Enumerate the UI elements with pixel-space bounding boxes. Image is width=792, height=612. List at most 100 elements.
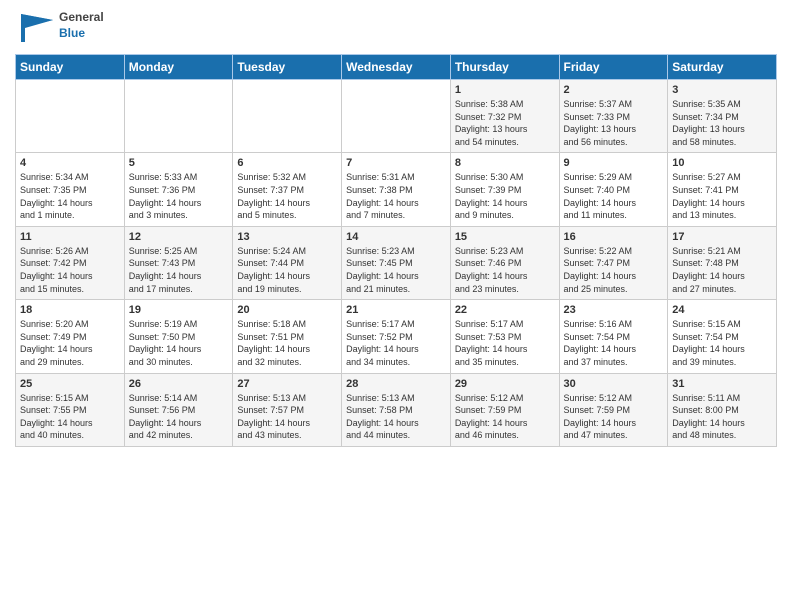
day-number: 2 [564,84,664,96]
day-cell: 1Sunrise: 5:38 AMSunset: 7:32 PMDaylight… [450,80,559,153]
day-info: Sunrise: 5:23 AMSunset: 7:46 PMDaylight:… [455,245,555,295]
week-row-1: 1Sunrise: 5:38 AMSunset: 7:32 PMDaylight… [16,80,777,153]
day-number: 28 [346,378,446,390]
week-row-4: 18 Sunrise: 5:20 AMSunset: 7:49 PMDayligh… [16,300,777,373]
day-info: Sunrise: 5:11 AMSunset: 8:00 PMDaylight:… [672,392,772,442]
day-number: 22 [455,304,555,316]
day-number: 24 [672,304,772,316]
day-number: 21 [346,304,446,316]
day-cell: 7 Sunrise: 5:31 AMSunset: 7:38 PMDaylight… [342,153,451,226]
day-info: Sunrise: 5:12 AMSunset: 7:59 PMDaylight:… [455,392,555,442]
day-cell: 3 Sunrise: 5:35 AMSunset: 7:34 PMDaylight… [668,80,777,153]
day-info: Sunrise: 5:31 AMSunset: 7:38 PMDaylight:… [346,171,446,221]
day-info: Sunrise: 5:17 AMSunset: 7:52 PMDaylight:… [346,318,446,368]
day-cell: 14 Sunrise: 5:23 AMSunset: 7:45 PMDayligh… [342,226,451,299]
weekday-wednesday: Wednesday [342,55,451,80]
day-number: 30 [564,378,664,390]
week-row-5: 25 Sunrise: 5:15 AMSunset: 7:55 PMDayligh… [16,373,777,446]
day-number: 13 [237,231,337,243]
day-cell: 11 Sunrise: 5:26 AMSunset: 7:42 PMDayligh… [16,226,125,299]
day-info: Sunrise: 5:17 AMSunset: 7:53 PMDaylight:… [455,318,555,368]
day-info: Sunrise: 5:25 AMSunset: 7:43 PMDaylight:… [129,245,229,295]
day-info: Sunrise: 5:29 AMSunset: 7:40 PMDaylight:… [564,171,664,221]
day-cell: 26 Sunrise: 5:14 AMSunset: 7:56 PMDayligh… [124,373,233,446]
day-number: 18 [20,304,120,316]
day-cell: 24 Sunrise: 5:15 AMSunset: 7:54 PMDayligh… [668,300,777,373]
day-cell: 5 Sunrise: 5:33 AMSunset: 7:36 PMDaylight… [124,153,233,226]
day-cell: 23Sunrise: 5:16 AMSunset: 7:54 PMDayligh… [559,300,668,373]
day-cell [124,80,233,153]
header: General Blue [15,10,777,46]
day-cell [16,80,125,153]
day-cell: 19 Sunrise: 5:19 AMSunset: 7:50 PMDayligh… [124,300,233,373]
day-number: 7 [346,157,446,169]
logo-text: General Blue [59,10,104,41]
weekday-thursday: Thursday [450,55,559,80]
day-cell: 4 Sunrise: 5:34 AMSunset: 7:35 PMDaylight… [16,153,125,226]
day-info: Sunrise: 5:24 AMSunset: 7:44 PMDaylight:… [237,245,337,295]
day-cell: 12 Sunrise: 5:25 AMSunset: 7:43 PMDayligh… [124,226,233,299]
day-cell [233,80,342,153]
day-number: 26 [129,378,229,390]
day-info: Sunrise: 5:15 AMSunset: 7:55 PMDaylight:… [20,392,120,442]
day-info: Sunrise: 5:12 AMSunset: 7:59 PMDaylight:… [564,392,664,442]
day-number: 10 [672,157,772,169]
day-cell: 17 Sunrise: 5:21 AMSunset: 7:48 PMDayligh… [668,226,777,299]
day-number: 16 [564,231,664,243]
day-info: Sunrise: 5:21 AMSunset: 7:48 PMDaylight:… [672,245,772,295]
day-cell: 15 Sunrise: 5:23 AMSunset: 7:46 PMDayligh… [450,226,559,299]
weekday-tuesday: Tuesday [233,55,342,80]
day-cell: 6 Sunrise: 5:32 AMSunset: 7:37 PMDaylight… [233,153,342,226]
day-number: 15 [455,231,555,243]
day-number: 3 [672,84,772,96]
weekday-sunday: Sunday [16,55,125,80]
day-cell: 31 Sunrise: 5:11 AMSunset: 8:00 PMDayligh… [668,373,777,446]
day-number: 4 [20,157,120,169]
day-info: Sunrise: 5:22 AMSunset: 7:47 PMDaylight:… [564,245,664,295]
day-number: 25 [20,378,120,390]
day-info: Sunrise: 5:30 AMSunset: 7:39 PMDaylight:… [455,171,555,221]
day-cell: 30 Sunrise: 5:12 AMSunset: 7:59 PMDayligh… [559,373,668,446]
day-info: Sunrise: 5:26 AMSunset: 7:42 PMDaylight:… [20,245,120,295]
day-number: 11 [20,231,120,243]
day-info: Sunrise: 5:38 AMSunset: 7:32 PMDaylight:… [455,98,555,148]
day-number: 14 [346,231,446,243]
day-cell: 9 Sunrise: 5:29 AMSunset: 7:40 PMDaylight… [559,153,668,226]
day-info: Sunrise: 5:20 AMSunset: 7:49 PMDaylight:… [20,318,120,368]
day-info: Sunrise: 5:18 AMSunset: 7:51 PMDaylight:… [237,318,337,368]
day-info: Sunrise: 5:23 AMSunset: 7:45 PMDaylight:… [346,245,446,295]
day-number: 6 [237,157,337,169]
day-cell: 2 Sunrise: 5:37 AMSunset: 7:33 PMDaylight… [559,80,668,153]
day-number: 31 [672,378,772,390]
day-number: 29 [455,378,555,390]
day-cell [342,80,451,153]
logo: General Blue [15,10,104,46]
day-info: Sunrise: 5:37 AMSunset: 7:33 PMDaylight:… [564,98,664,148]
day-cell: 28Sunrise: 5:13 AMSunset: 7:58 PMDayligh… [342,373,451,446]
day-cell: 13 Sunrise: 5:24 AMSunset: 7:44 PMDayligh… [233,226,342,299]
day-info: Sunrise: 5:19 AMSunset: 7:50 PMDaylight:… [129,318,229,368]
day-number: 9 [564,157,664,169]
day-cell: 8 Sunrise: 5:30 AMSunset: 7:39 PMDaylight… [450,153,559,226]
day-info: Sunrise: 5:35 AMSunset: 7:34 PMDaylight:… [672,98,772,148]
day-info: Sunrise: 5:15 AMSunset: 7:54 PMDaylight:… [672,318,772,368]
day-number: 12 [129,231,229,243]
day-cell: 18 Sunrise: 5:20 AMSunset: 7:49 PMDayligh… [16,300,125,373]
day-number: 17 [672,231,772,243]
week-row-2: 4 Sunrise: 5:34 AMSunset: 7:35 PMDaylight… [16,153,777,226]
day-number: 5 [129,157,229,169]
day-cell: 21 Sunrise: 5:17 AMSunset: 7:52 PMDayligh… [342,300,451,373]
day-number: 27 [237,378,337,390]
day-number: 8 [455,157,555,169]
day-cell: 22 Sunrise: 5:17 AMSunset: 7:53 PMDayligh… [450,300,559,373]
day-info: Sunrise: 5:34 AMSunset: 7:35 PMDaylight:… [20,171,120,221]
day-number: 19 [129,304,229,316]
day-info: Sunrise: 5:33 AMSunset: 7:36 PMDaylight:… [129,171,229,221]
day-cell: 10Sunrise: 5:27 AMSunset: 7:41 PMDayligh… [668,153,777,226]
day-info: Sunrise: 5:32 AMSunset: 7:37 PMDaylight:… [237,171,337,221]
week-row-3: 11 Sunrise: 5:26 AMSunset: 7:42 PMDayligh… [16,226,777,299]
day-number: 23 [564,304,664,316]
day-info: Sunrise: 5:13 AMSunset: 7:57 PMDaylight:… [237,392,337,442]
day-info: Sunrise: 5:14 AMSunset: 7:56 PMDaylight:… [129,392,229,442]
day-cell: 20Sunrise: 5:18 AMSunset: 7:51 PMDayligh… [233,300,342,373]
